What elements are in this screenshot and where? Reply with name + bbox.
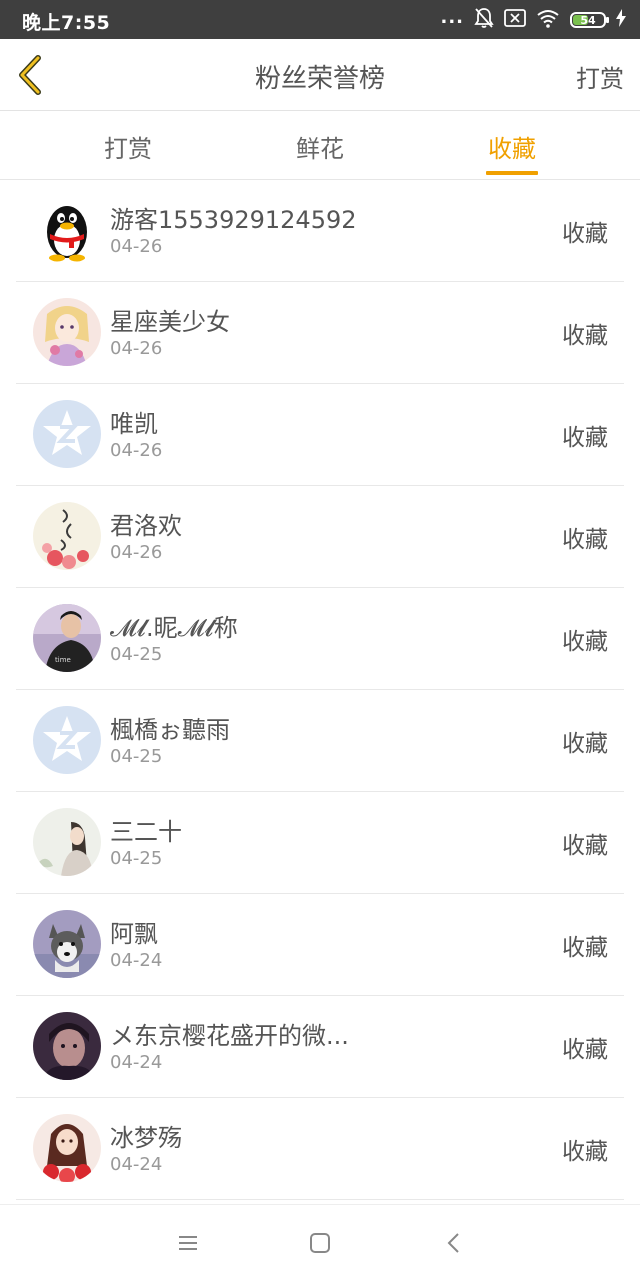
svg-text:time: time <box>55 656 71 664</box>
fan-date: 04-26 <box>110 440 163 461</box>
girl-sketch-avatar <box>33 808 101 876</box>
back-icon <box>447 1233 459 1253</box>
fan-list: 游客1553929124592 04-26 收藏 星座美少女 04-26 收藏 <box>16 180 624 1200</box>
battery-tip <box>606 17 609 23</box>
fan-date: 04-24 <box>110 1052 163 1073</box>
default-star-avatar <box>33 706 101 774</box>
list-item[interactable]: メ东京樱花盛开的微... 04-24 收藏 <box>16 996 624 1098</box>
fan-name: 楓橋ぉ聽雨 <box>110 716 230 744</box>
menu-button[interactable] <box>174 1229 202 1257</box>
fan-name: 冰梦殇 <box>110 1124 182 1152</box>
list-item[interactable]: 冰梦殇 04-24 收藏 <box>16 1098 624 1200</box>
home-icon <box>310 1233 330 1253</box>
favorite-label: 收藏 <box>562 833 608 859</box>
tab-reward[interactable]: 打赏 <box>88 129 168 164</box>
fan-date: 04-26 <box>110 542 163 563</box>
list-item[interactable]: 楓橋ぉ聽雨 04-25 收藏 <box>16 690 624 792</box>
wifi-icon <box>536 8 560 32</box>
tab-active-indicator <box>486 171 538 175</box>
favorite-label: 收藏 <box>562 425 608 451</box>
tab-favorites[interactable]: 收藏 <box>472 129 552 164</box>
list-item[interactable]: 三二十 04-25 收藏 <box>16 792 624 894</box>
favorite-label: 收藏 <box>562 1139 608 1165</box>
reward-button[interactable]: 打赏 <box>576 59 624 94</box>
bell-off-icon <box>474 7 494 33</box>
qq-penguin-avatar <box>33 196 101 264</box>
more-dots: ... <box>440 7 464 28</box>
favorite-label: 收藏 <box>562 731 608 757</box>
fan-date: 04-25 <box>110 644 163 665</box>
fan-name: 𝓜𝓵.昵𝓜𝓵称 <box>110 614 238 642</box>
flower-art-avatar <box>33 502 101 570</box>
menu-icon <box>179 1236 197 1250</box>
default-star-avatar <box>33 400 101 468</box>
fan-date: 04-25 <box>110 848 163 869</box>
fan-name: 君洛欢 <box>110 512 182 540</box>
system-back-button[interactable] <box>440 1229 468 1257</box>
favorite-label: 收藏 <box>562 221 608 247</box>
list-item[interactable]: 阿飘 04-24 收藏 <box>16 894 624 996</box>
tab-flowers[interactable]: 鲜花 <box>280 129 360 164</box>
list-item[interactable]: time 𝓜𝓵.昵𝓜𝓵称 04-25 收藏 <box>16 588 624 690</box>
page-title: 粉丝荣誉榜 <box>254 64 385 94</box>
anime-girl-avatar <box>33 298 101 366</box>
fan-name: 唯凯 <box>110 410 158 438</box>
favorite-label: 收藏 <box>562 629 608 655</box>
list-item[interactable]: 唯凯 04-26 收藏 <box>16 384 624 486</box>
status-bar: 晚上7:55 ... 54 <box>0 0 640 39</box>
charging-icon <box>616 9 626 31</box>
boy-photo-avatar: time <box>33 604 101 672</box>
status-icons: ... 54 <box>440 8 626 32</box>
list-item[interactable]: 君洛欢 04-26 收藏 <box>16 486 624 588</box>
home-button[interactable] <box>306 1229 334 1257</box>
battery-icon: 54 <box>570 12 609 28</box>
husky-dog-avatar <box>33 910 101 978</box>
fan-date: 04-25 <box>110 746 163 767</box>
system-nav-bar <box>0 1204 640 1281</box>
fan-date: 04-26 <box>110 236 163 257</box>
fan-name: 三二十 <box>110 818 182 846</box>
favorite-label: 收藏 <box>562 323 608 349</box>
sim-x-icon <box>504 8 526 32</box>
nav-header: 粉丝荣誉榜 打赏 <box>0 39 640 111</box>
fan-name: 阿飘 <box>110 920 158 948</box>
fan-name: 星座美少女 <box>110 308 230 336</box>
fan-date: 04-24 <box>110 950 163 971</box>
favorite-label: 收藏 <box>562 935 608 961</box>
battery-level-text: 54 <box>580 13 596 27</box>
list-item[interactable]: 星座美少女 04-26 收藏 <box>16 282 624 384</box>
favorite-label: 收藏 <box>562 527 608 553</box>
fan-name: 游客1553929124592 <box>110 206 357 234</box>
status-time: 晚上7:55 <box>22 12 111 34</box>
red-flower-girl-avatar <box>33 1114 101 1182</box>
fan-date: 04-24 <box>110 1154 163 1175</box>
tab-bar: 打赏 鲜花 收藏 <box>0 111 640 180</box>
dark-portrait-avatar <box>33 1012 101 1080</box>
list-item[interactable]: 游客1553929124592 04-26 收藏 <box>16 180 624 282</box>
fan-name: メ东京樱花盛开的微... <box>110 1022 349 1050</box>
favorite-label: 收藏 <box>562 1037 608 1063</box>
fan-date: 04-26 <box>110 338 163 359</box>
